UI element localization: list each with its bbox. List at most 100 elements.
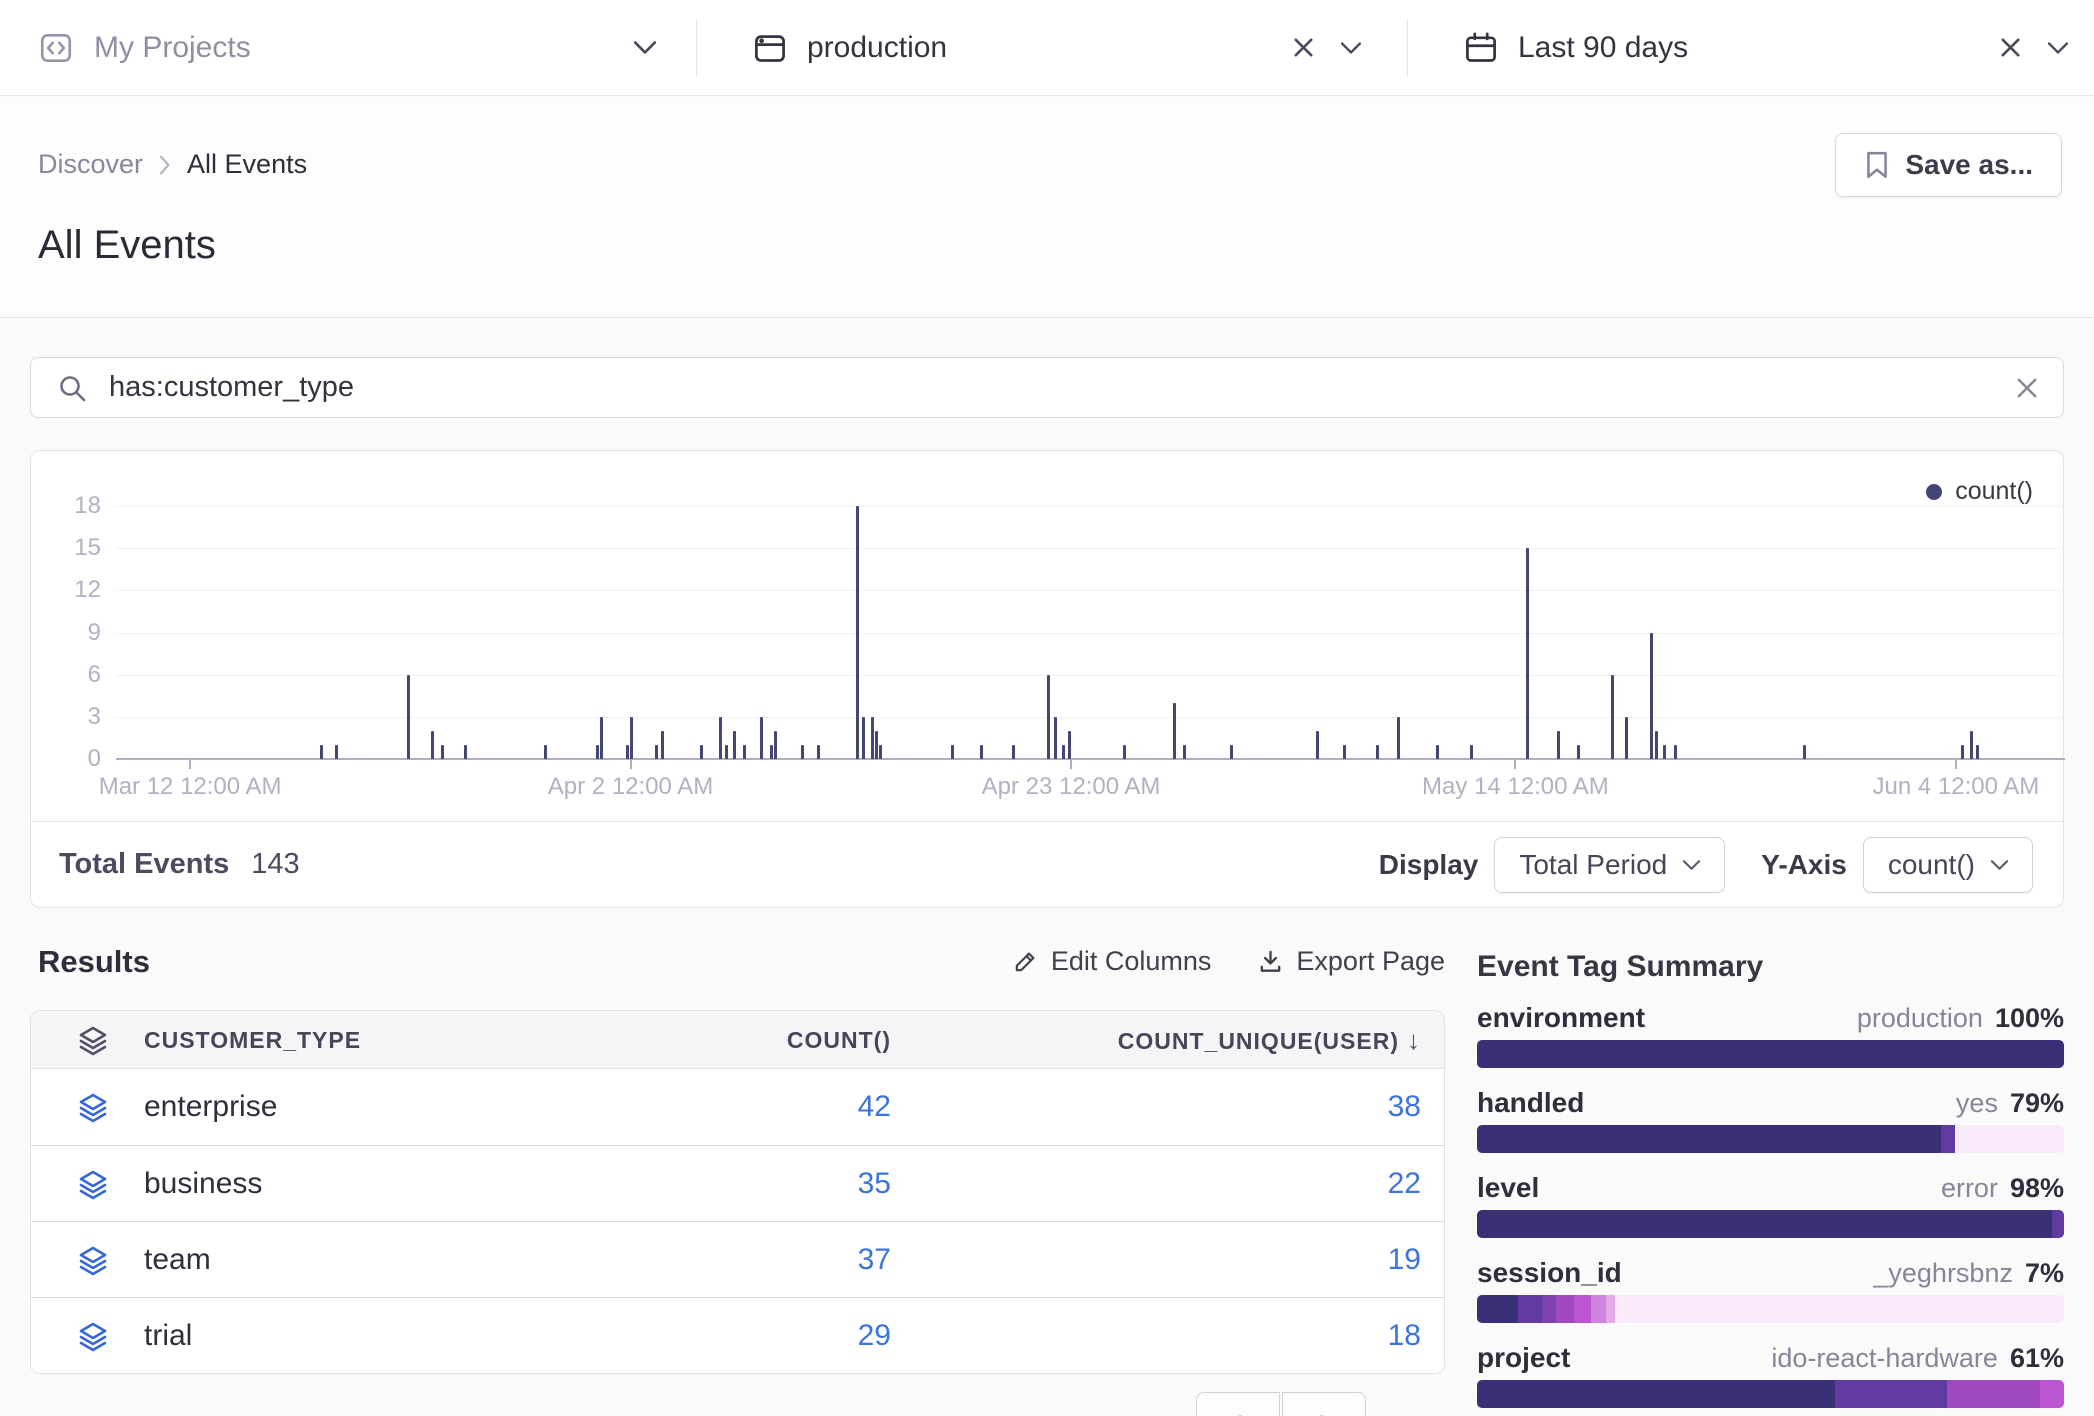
- tag-bar-segment: [1542, 1295, 1557, 1323]
- export-page-label: Export Page: [1296, 946, 1445, 977]
- y-axis-label: 18: [41, 493, 101, 519]
- project-filter[interactable]: My Projects: [0, 0, 696, 95]
- sort-desc-icon: ↓: [1407, 1025, 1421, 1055]
- chevron-down-icon[interactable]: [634, 41, 656, 54]
- table-row: team3719: [31, 1221, 1444, 1297]
- environment-filter-label: production: [807, 31, 947, 65]
- cell-count-link[interactable]: 42: [591, 1069, 891, 1145]
- tag-distribution-bar[interactable]: [1477, 1040, 2064, 1068]
- tag-key: handled: [1477, 1087, 1584, 1119]
- breadcrumb-current: All Events: [187, 149, 307, 180]
- x-axis-tick: [630, 760, 632, 769]
- previous-page-button[interactable]: ‹: [1196, 1392, 1280, 1416]
- chevron-down-icon[interactable]: [2048, 42, 2068, 54]
- chart-bar: [1650, 633, 1653, 760]
- date-filter[interactable]: Last 90 days: [1408, 0, 2094, 95]
- tag-bar-segment: [1477, 1295, 1518, 1323]
- y-axis-label: 3: [41, 704, 101, 730]
- chart-bar: [1577, 745, 1580, 759]
- x-axis-label: Mar 12 12:00 AM: [70, 773, 310, 801]
- calendar-icon: [1464, 31, 1498, 65]
- chart-gridline: [116, 548, 2065, 549]
- export-page-button[interactable]: Export Page: [1257, 946, 1445, 977]
- cell-count-unique-link[interactable]: 18: [1121, 1298, 1421, 1374]
- chart-bar: [1970, 731, 1973, 759]
- chevron-down-icon: [1991, 860, 2008, 870]
- cell-count-link[interactable]: 29: [591, 1298, 891, 1374]
- chart-bar: [320, 745, 323, 759]
- tag-bar-segment: [1477, 1040, 2064, 1068]
- chart-bar: [407, 675, 410, 759]
- save-as-label: Save as...: [1905, 149, 2033, 181]
- chevron-down-icon[interactable]: [1341, 42, 1361, 54]
- clear-search-icon[interactable]: [2017, 378, 2037, 398]
- project-filter-label: My Projects: [94, 31, 251, 65]
- chart-bar: [1557, 731, 1560, 759]
- environment-filter[interactable]: production: [697, 0, 1407, 95]
- table-row: trial2918: [31, 1297, 1444, 1373]
- legend-item-count[interactable]: count(): [1926, 477, 2033, 506]
- breadcrumb-discover[interactable]: Discover: [38, 149, 143, 180]
- column-header-customer-type[interactable]: CUSTOMER_TYPE: [144, 1011, 361, 1069]
- tag-label-row: projectido-react-hardware61%: [1477, 1342, 2064, 1374]
- page-header: Discover All Events Save as... All Event…: [0, 97, 2094, 318]
- chart-gridline: [116, 633, 2065, 634]
- event-tag-summary: Event Tag Summary environmentproduction1…: [1477, 950, 2064, 1412]
- event-chart[interactable]: count() Total Events 143 Display Total P…: [30, 450, 2064, 908]
- tag-top-value: _yeghrsbnz: [1873, 1258, 2013, 1289]
- chevron-left-icon: ‹: [1233, 1403, 1243, 1416]
- tag-percentage: 7%: [2025, 1258, 2064, 1289]
- edit-columns-button[interactable]: Edit Columns: [1012, 946, 1212, 977]
- y-axis-label: 0: [41, 746, 101, 772]
- column-header-count[interactable]: COUNT(): [591, 1011, 891, 1069]
- edit-columns-label: Edit Columns: [1051, 946, 1212, 977]
- tag-bar-segment: [1518, 1295, 1541, 1323]
- tag-label-row: environmentproduction100%: [1477, 1002, 2064, 1034]
- save-as-button[interactable]: Save as...: [1835, 133, 2062, 197]
- cell-count-link[interactable]: 37: [591, 1222, 891, 1298]
- tag-distribution-bar[interactable]: [1477, 1210, 2064, 1238]
- chart-bar: [1183, 745, 1186, 759]
- tag-distribution-bar[interactable]: [1477, 1380, 2064, 1408]
- results-table-body: enterprise4238 business3522 team3719 tri…: [31, 1069, 1444, 1373]
- column-header-count-unique[interactable]: COUNT_UNIQUE(USER)↓: [1031, 1011, 1421, 1069]
- cell-count-unique-link[interactable]: 19: [1121, 1222, 1421, 1298]
- display-dropdown[interactable]: Total Period: [1494, 837, 1725, 893]
- chart-bar: [335, 745, 338, 759]
- clear-environment-icon[interactable]: [1294, 38, 1313, 57]
- projects-icon: [38, 30, 74, 66]
- global-filter-bar: My Projects production Last 90 days: [0, 0, 2094, 96]
- chart-bar: [1961, 745, 1964, 759]
- tag-summary-item: projectido-react-hardware61%: [1477, 1342, 2064, 1374]
- chart-bar: [1397, 717, 1400, 759]
- y-axis-label: 6: [41, 662, 101, 688]
- tag-key: session_id: [1477, 1257, 1622, 1289]
- clear-date-icon[interactable]: [2001, 38, 2020, 57]
- stack-icon: [79, 1170, 107, 1200]
- yaxis-dropdown-value: count(): [1888, 849, 1975, 881]
- chart-bar: [431, 731, 434, 759]
- tag-bar-segment: [1835, 1380, 1947, 1408]
- yaxis-dropdown[interactable]: count(): [1863, 837, 2033, 893]
- cell-count-unique-link[interactable]: 22: [1121, 1146, 1421, 1222]
- next-page-button[interactable]: ›: [1282, 1392, 1366, 1416]
- chart-bar: [596, 745, 599, 759]
- y-axis-label: 9: [41, 620, 101, 646]
- tag-distribution-bar[interactable]: [1477, 1125, 2064, 1153]
- chart-bar: [1625, 717, 1628, 759]
- x-axis-label: Jun 4 12:00 AM: [1836, 773, 2076, 801]
- chart-bar: [1376, 745, 1379, 759]
- chart-bar: [1655, 731, 1658, 759]
- chart-bar: [464, 745, 467, 759]
- results-header: Results Edit Columns Export Page: [30, 938, 1445, 986]
- chart-footer: Total Events 143 Display Total Period Y-…: [31, 821, 2063, 907]
- cell-count-unique-link[interactable]: 38: [1121, 1069, 1421, 1145]
- tag-bar-segment: [1591, 1295, 1606, 1323]
- tag-label-row: handledyes79%: [1477, 1087, 2064, 1119]
- tag-label-row: session_id _yeghrsbnz 7%: [1477, 1257, 2064, 1289]
- tag-distribution-bar[interactable]: [1477, 1295, 2064, 1323]
- chart-bar: [801, 745, 804, 759]
- chart-bar: [733, 731, 736, 759]
- cell-count-link[interactable]: 35: [591, 1146, 891, 1222]
- search-input[interactable]: [109, 371, 1995, 404]
